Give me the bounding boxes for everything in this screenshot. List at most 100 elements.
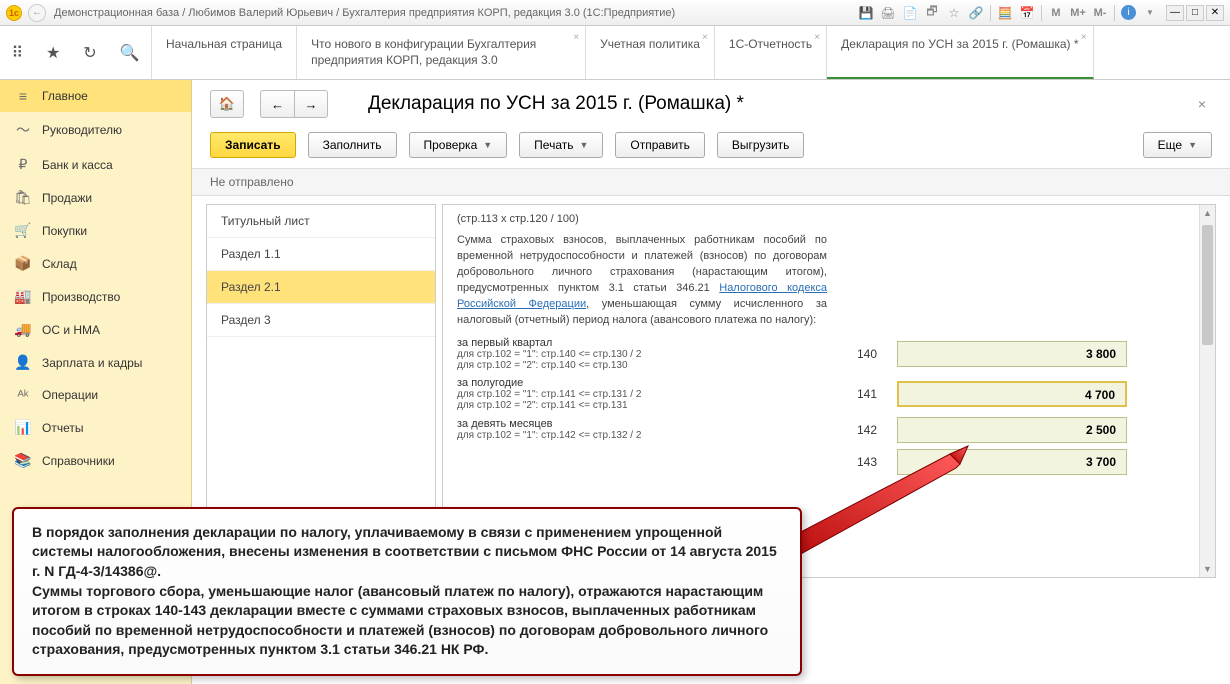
chevron-down-icon: ▼ [483, 140, 492, 150]
fill-button[interactable]: Заполнить [308, 132, 397, 158]
field-141[interactable]: 4 700 [897, 381, 1127, 407]
favorite-icon[interactable]: ★ [46, 43, 60, 63]
scroll-thumb[interactable] [1202, 225, 1213, 345]
sidebar-item-production[interactable]: 🏭Производство [0, 280, 191, 313]
menu-icon: ≡ [14, 88, 32, 104]
separator [1041, 5, 1042, 21]
person-icon: 👤 [14, 354, 32, 371]
check-button[interactable]: Проверка▼ [409, 132, 508, 158]
factory-icon: 🏭 [14, 288, 32, 305]
window-title: Демонстрационная база / Любимов Валерий … [54, 7, 858, 19]
section-title[interactable]: Титульный лист [207, 205, 435, 238]
chevron-down-icon: ▼ [1188, 140, 1197, 150]
tabbar: ⠿ ★ ↻ 🔍 Начальная страница Что нового в … [0, 26, 1230, 80]
compare-icon[interactable]: 🗗 [924, 5, 940, 21]
tab-close-icon[interactable]: × [1081, 32, 1087, 43]
history-icon[interactable]: ↻ [83, 43, 96, 63]
app-logo-icon: 1c [6, 5, 22, 21]
field-143[interactable]: 3 700 [897, 449, 1127, 475]
code-143: 143 [837, 455, 877, 469]
box-icon: 📦 [14, 255, 32, 272]
callout-box: В порядок заполнения декларации по налог… [12, 507, 802, 676]
m-button[interactable]: M [1048, 5, 1064, 21]
close-button[interactable]: ✕ [1206, 5, 1224, 21]
print-button[interactable]: Печать▼ [519, 132, 603, 158]
sidebar-item-assets[interactable]: 🚚ОС и НМА [0, 313, 191, 346]
sidebar-item-warehouse[interactable]: 📦Склад [0, 247, 191, 280]
tab-close-icon[interactable]: × [573, 32, 579, 43]
sidebar-item-refs[interactable]: 📚Справочники [0, 444, 191, 477]
book-icon: 📚 [14, 452, 32, 469]
more-button[interactable]: Еще▼ [1143, 132, 1212, 158]
calendar-icon[interactable]: 📅 [1019, 5, 1035, 21]
page-close-icon[interactable]: × [1192, 96, 1212, 112]
titlebar: 1c ← Демонстрационная база / Любимов Вал… [0, 0, 1230, 26]
row-143: 143 3 700 [457, 449, 1201, 475]
minimize-button[interactable]: — [1166, 5, 1184, 21]
chevron-down-icon: ▼ [579, 140, 588, 150]
doc-icon[interactable]: 📄 [902, 5, 918, 21]
star-icon[interactable]: ☆ [946, 5, 962, 21]
nav-back-button[interactable]: ← [260, 90, 294, 118]
calc-icon[interactable]: 🧮 [997, 5, 1013, 21]
code-140: 140 [837, 347, 877, 361]
sidebar-item-bank[interactable]: ₽Банк и касса [0, 148, 191, 181]
sidebar-item-payroll[interactable]: 👤Зарплата и кадры [0, 346, 191, 379]
section-1-1[interactable]: Раздел 1.1 [207, 238, 435, 271]
row-140: за первый квартал для стр.102 = "1": стр… [457, 337, 1201, 371]
tab-start[interactable]: Начальная страница [152, 26, 297, 79]
scroll-up-icon[interactable]: ▲ [1200, 205, 1215, 221]
dropdown-icon[interactable]: ▼ [1142, 5, 1158, 21]
ops-icon: ᴬᵏ [14, 387, 32, 403]
page-title: Декларация по УСН за 2015 г. (Ромашка) * [338, 93, 1182, 115]
tabbar-tools: ⠿ ★ ↻ 🔍 [0, 26, 152, 79]
field-142[interactable]: 2 500 [897, 417, 1127, 443]
row-142: за девять месяцев для стр.102 = "1": стр… [457, 417, 1201, 443]
tab-close-icon[interactable]: × [702, 32, 708, 43]
info-icon[interactable]: i [1121, 5, 1136, 20]
status-bar: Не отправлено [192, 168, 1230, 196]
window-controls: — □ ✕ [1166, 5, 1224, 21]
maximize-button[interactable]: □ [1186, 5, 1204, 21]
tab-declaration[interactable]: Декларация по УСН за 2015 г. (Ромашка) *… [827, 26, 1093, 79]
save-icon[interactable]: 💾 [858, 5, 874, 21]
sidebar-item-sales[interactable]: 🛍Продажи [0, 181, 191, 214]
print-icon[interactable]: 🖨 [880, 5, 896, 21]
apps-icon[interactable]: ⠿ [11, 43, 23, 63]
sidebar-item-main[interactable]: ≡Главное [0, 80, 191, 112]
link-icon[interactable]: 🔗 [968, 5, 984, 21]
tab-close-icon[interactable]: × [814, 32, 820, 43]
callout-text: В порядок заполнения декларации по налог… [32, 523, 782, 660]
separator [1114, 5, 1115, 21]
sidebar-item-operations[interactable]: ᴬᵏОперации [0, 379, 191, 411]
nav-forward-button[interactable]: → [294, 90, 328, 118]
formula-hint: (стр.113 x стр.120 / 100) [457, 213, 1201, 225]
home-button[interactable]: 🏠 [210, 90, 244, 118]
section-3[interactable]: Раздел 3 [207, 304, 435, 337]
export-button[interactable]: Выгрузить [717, 132, 805, 158]
search-icon[interactable]: 🔍 [120, 43, 140, 63]
row-141: за полугодие для стр.102 = "1": стр.141 … [457, 377, 1201, 411]
back-round-icon[interactable]: ← [28, 4, 46, 22]
save-button[interactable]: Записать [210, 132, 296, 158]
content-header: 🏠 ← → Декларация по УСН за 2015 г. (Рома… [192, 80, 1230, 118]
send-button[interactable]: Отправить [615, 132, 705, 158]
chart-icon: 〜 [14, 120, 32, 140]
mplus-button[interactable]: M+ [1070, 5, 1086, 21]
toolbar: Записать Заполнить Проверка▼ Печать▼ Отп… [192, 118, 1230, 168]
tab-whatsnew[interactable]: Что нового в конфигурации Бухгалтерия пр… [297, 26, 586, 79]
mminus-button[interactable]: M- [1092, 5, 1108, 21]
sidebar-item-manager[interactable]: 〜Руководителю [0, 112, 191, 148]
scrollbar[interactable]: ▲ ▼ [1199, 205, 1215, 577]
scroll-down-icon[interactable]: ▼ [1200, 561, 1215, 577]
section-2-1[interactable]: Раздел 2.1 [207, 271, 435, 304]
titlebar-tools: 💾 🖨 📄 🗗 ☆ 🔗 🧮 📅 M M+ M- i ▼ [858, 5, 1158, 21]
tab-policy[interactable]: Учетная политика× [586, 26, 715, 79]
truck-icon: 🚚 [14, 321, 32, 338]
separator [990, 5, 991, 21]
tab-reporting[interactable]: 1С-Отчетность× [715, 26, 827, 79]
field-140[interactable]: 3 800 [897, 341, 1127, 367]
sidebar-item-reports[interactable]: 📊Отчеты [0, 411, 191, 444]
sidebar-item-purchases[interactable]: 🛒Покупки [0, 214, 191, 247]
report-icon: 📊 [14, 419, 32, 436]
